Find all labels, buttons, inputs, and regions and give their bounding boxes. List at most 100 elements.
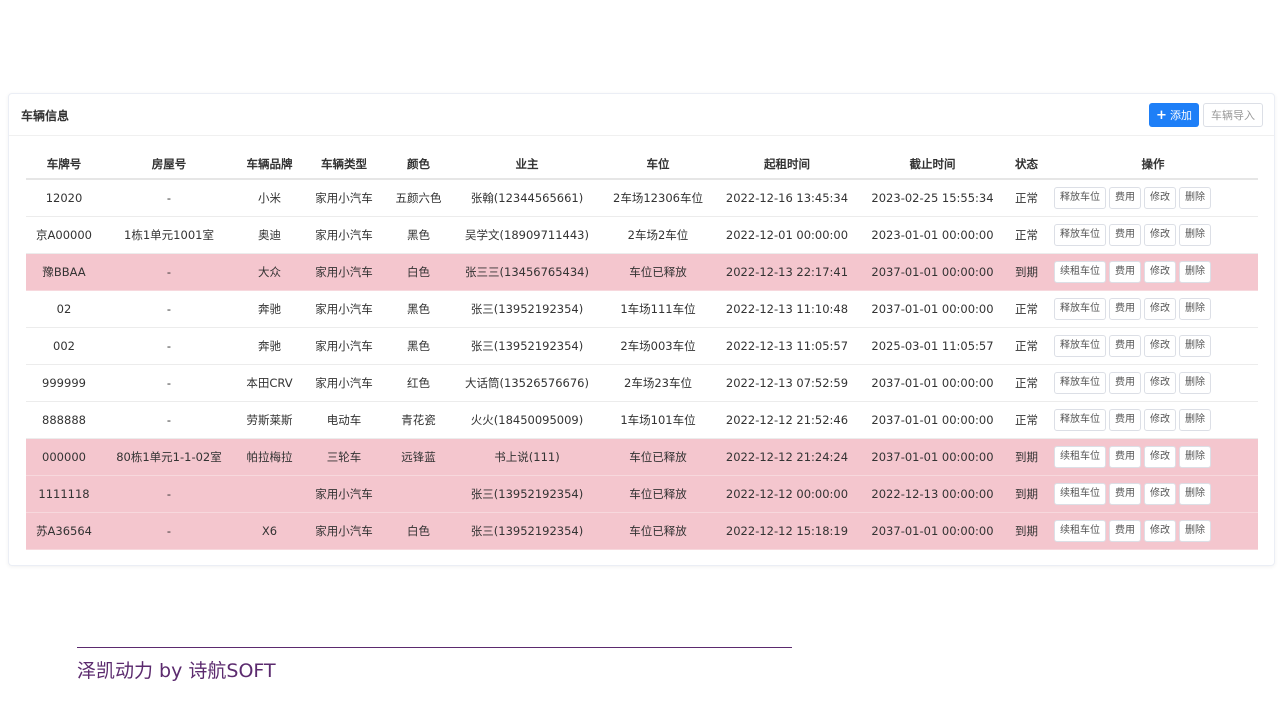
cell-plate: 000000 <box>26 438 102 476</box>
spot-action-button[interactable]: 续租车位 <box>1054 445 1106 468</box>
edit-button[interactable]: 修改 <box>1144 186 1176 209</box>
cell-plate: 002 <box>26 327 102 365</box>
cell-house: - <box>102 179 236 217</box>
table-row: 000000 80栋1单元1-1-02室 帕拉梅拉 三轮车 远锋蓝 书上说(111) 车位已… <box>26 438 1258 476</box>
edit-button[interactable]: 修改 <box>1144 519 1176 542</box>
fee-button[interactable]: 费用 <box>1109 482 1141 505</box>
cell-type: 家用小汽车 <box>303 216 385 254</box>
fee-button[interactable]: 费用 <box>1109 519 1141 542</box>
add-button[interactable]: + 添加 <box>1149 103 1199 127</box>
footer-credit: 泽凯动力 by 诗航SOFT <box>77 660 276 682</box>
cell-brand: 帕拉梅拉 <box>236 438 303 476</box>
fee-button[interactable]: 费用 <box>1109 334 1141 357</box>
cell-owner: 张三(13952192354) <box>452 290 602 328</box>
table-row: 002- 奔驰 家用小汽车 黑色 张三(13952192354) 2车场003车位 2022… <box>26 327 1258 365</box>
cell-type: 电动车 <box>303 401 385 439</box>
cell-status: 到期 <box>1005 253 1048 291</box>
cell-color: 红色 <box>385 364 452 402</box>
cell-spot: 1车场111车位 <box>602 290 714 328</box>
spot-action-button[interactable]: 释放车位 <box>1054 186 1106 209</box>
cell-plate: 02 <box>26 290 102 328</box>
cell-house: - <box>102 512 236 550</box>
cell-plate: 1111118 <box>26 475 102 513</box>
cell-type: 家用小汽车 <box>303 475 385 513</box>
spot-action-button[interactable]: 释放车位 <box>1054 223 1106 246</box>
delete-button[interactable]: 删除 <box>1179 482 1211 505</box>
cell-color: 白色 <box>385 253 452 291</box>
table-row: 京A00000 1栋1单元1001室 奥迪 家用小汽车 黑色 吴学文(1890971144… <box>26 216 1258 254</box>
spot-action-button[interactable]: 释放车位 <box>1054 408 1106 431</box>
cell-owner: 张翰(12344565661) <box>452 179 602 217</box>
cell-actions: 释放车位 费用 修改 删除 <box>1048 364 1258 402</box>
column-header: 截止时间 <box>860 150 1005 180</box>
edit-button[interactable]: 修改 <box>1144 445 1176 468</box>
add-button-label: 添加 <box>1169 109 1192 122</box>
cell-house: - <box>102 364 236 402</box>
edit-button[interactable]: 修改 <box>1144 297 1176 320</box>
table-row: 12020- 小米 家用小汽车 五颜六色 张翰(12344565661) 2车场12306… <box>26 179 1258 217</box>
cell-house: - <box>102 290 236 328</box>
cell-status: 正常 <box>1005 290 1048 328</box>
column-header: 车牌号 <box>26 150 102 180</box>
table-row: 999999- 本田CRV 家用小汽车 红色 大话筒(13526576676) 2车场23… <box>26 364 1258 402</box>
edit-button[interactable]: 修改 <box>1144 260 1176 283</box>
cell-color: 黑色 <box>385 216 452 254</box>
edit-button[interactable]: 修改 <box>1144 223 1176 246</box>
cell-plate: 888888 <box>26 401 102 439</box>
delete-button[interactable]: 删除 <box>1179 334 1211 357</box>
delete-button[interactable]: 删除 <box>1179 408 1211 431</box>
edit-button[interactable]: 修改 <box>1144 408 1176 431</box>
fee-button[interactable]: 费用 <box>1109 260 1141 283</box>
spot-action-button[interactable]: 释放车位 <box>1054 334 1106 357</box>
delete-button[interactable]: 删除 <box>1179 519 1211 542</box>
delete-button[interactable]: 删除 <box>1179 186 1211 209</box>
delete-button[interactable]: 删除 <box>1179 371 1211 394</box>
cell-status: 到期 <box>1005 438 1048 476</box>
cell-brand: 本田CRV <box>236 364 303 402</box>
spot-action-button[interactable]: 续租车位 <box>1054 519 1106 542</box>
spot-action-button[interactable]: 续租车位 <box>1054 482 1106 505</box>
cell-start-time: 2022-12-12 21:24:24 <box>714 438 860 476</box>
import-vehicles-button[interactable]: 车辆导入 <box>1203 103 1263 127</box>
delete-button[interactable]: 删除 <box>1179 297 1211 320</box>
cell-brand: 小米 <box>236 179 303 217</box>
cell-actions: 续租车位 费用 修改 删除 <box>1048 475 1258 513</box>
column-header: 车位 <box>602 150 714 180</box>
cell-brand: 劳斯莱斯 <box>236 401 303 439</box>
delete-button[interactable]: 删除 <box>1179 260 1211 283</box>
fee-button[interactable]: 费用 <box>1109 223 1141 246</box>
cell-type: 家用小汽车 <box>303 327 385 365</box>
delete-button[interactable]: 删除 <box>1179 223 1211 246</box>
edit-button[interactable]: 修改 <box>1144 482 1176 505</box>
cell-brand: 大众 <box>236 253 303 291</box>
cell-start-time: 2022-12-12 21:52:46 <box>714 401 860 439</box>
cell-end-time: 2022-12-13 00:00:00 <box>860 475 1005 513</box>
vehicle-info-panel: 车辆信息 + 添加 车辆导入 车牌号 房屋号 车辆品牌 车辆类型 颜色 业主 车位 起租时间截… <box>8 93 1275 566</box>
table-header-row: 车牌号 房屋号 车辆品牌 车辆类型 颜色 业主 车位 起租时间 截止时间 状态 操作 <box>26 150 1258 180</box>
cell-color: 黑色 <box>385 290 452 328</box>
cell-status: 正常 <box>1005 179 1048 217</box>
delete-button[interactable]: 删除 <box>1179 445 1211 468</box>
column-header: 车辆类型 <box>303 150 385 180</box>
fee-button[interactable]: 费用 <box>1109 186 1141 209</box>
cell-actions: 释放车位 费用 修改 删除 <box>1048 401 1258 439</box>
spot-action-button[interactable]: 续租车位 <box>1054 260 1106 283</box>
column-header: 起租时间 <box>714 150 860 180</box>
cell-brand: 奥迪 <box>236 216 303 254</box>
spot-action-button[interactable]: 释放车位 <box>1054 371 1106 394</box>
fee-button[interactable]: 费用 <box>1109 371 1141 394</box>
fee-button[interactable]: 费用 <box>1109 408 1141 431</box>
cell-brand: 奔驰 <box>236 290 303 328</box>
fee-button[interactable]: 费用 <box>1109 445 1141 468</box>
spot-action-button[interactable]: 释放车位 <box>1054 297 1106 320</box>
edit-button[interactable]: 修改 <box>1144 334 1176 357</box>
cell-house: - <box>102 401 236 439</box>
cell-house: 80栋1单元1-1-02室 <box>102 438 236 476</box>
cell-status: 正常 <box>1005 364 1048 402</box>
edit-button[interactable]: 修改 <box>1144 371 1176 394</box>
fee-button[interactable]: 费用 <box>1109 297 1141 320</box>
cell-type: 三轮车 <box>303 438 385 476</box>
cell-brand: X6 <box>236 512 303 550</box>
cell-owner: 吴学文(18909711443) <box>452 216 602 254</box>
cell-owner: 书上说(111) <box>452 438 602 476</box>
